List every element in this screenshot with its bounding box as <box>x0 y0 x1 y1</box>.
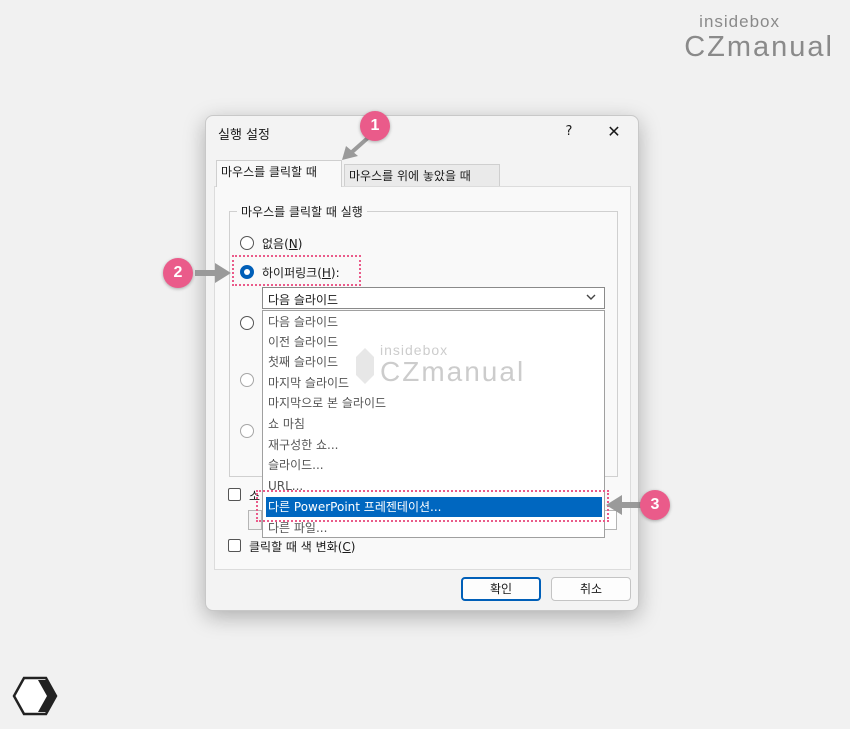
annotation-marker-3: 3 <box>640 490 670 520</box>
radio-run-program[interactable] <box>240 316 254 330</box>
arrow-left-icon <box>606 495 642 515</box>
hexagon-logo-icon <box>12 676 58 716</box>
dialog-title: 실행 설정 <box>218 128 270 143</box>
radio-run-macro[interactable] <box>240 373 254 387</box>
brand-watermark: insidebox CZmanual <box>684 12 834 62</box>
tab-mouse-click[interactable]: 마우스를 클릭할 때 <box>216 160 342 187</box>
dropdown-item[interactable]: 마지막으로 본 슬라이드 <box>266 393 602 413</box>
center-watermark-name: CZmanual <box>380 356 526 387</box>
hyperlink-combobox[interactable]: 다음 슬라이드 <box>262 287 605 309</box>
dropdown-item[interactable]: 다음 슬라이드 <box>266 312 602 332</box>
highlight-checkbox[interactable] <box>228 539 241 552</box>
action-group-title: 마우스를 클릭할 때 실행 <box>237 203 367 220</box>
highlight-label: 클릭할 때 색 변화(C) <box>249 540 356 554</box>
center-watermark: insidebox CZmanual <box>356 342 526 387</box>
brand-tagline: insidebox <box>699 12 780 31</box>
highlight-box-hyperlink <box>232 255 361 286</box>
play-sound-checkbox[interactable] <box>228 488 241 501</box>
brand-name: CZmanual <box>684 31 834 63</box>
hyperlink-combobox-value: 다음 슬라이드 <box>268 293 339 307</box>
highlight-box-selected-item <box>256 490 609 522</box>
close-button[interactable]: ✕ <box>602 120 626 144</box>
arrow-right-icon <box>195 263 231 283</box>
radio-none[interactable] <box>240 236 254 250</box>
cancel-button[interactable]: 취소 <box>551 577 631 601</box>
annotation-marker-2: 2 <box>163 258 193 288</box>
tab-mouse-over[interactable]: 마우스를 위에 놓았을 때 <box>344 164 500 188</box>
radio-object-action[interactable] <box>240 424 254 438</box>
ok-button[interactable]: 확인 <box>461 577 541 601</box>
help-button[interactable]: ? <box>558 120 580 144</box>
dropdown-item[interactable]: 재구성한 쇼... <box>266 435 602 455</box>
chevron-down-icon[interactable] <box>584 290 598 307</box>
dropdown-item[interactable]: 슬라이드... <box>266 455 602 475</box>
dropdown-item[interactable]: 쇼 마침 <box>266 414 602 434</box>
radio-none-label: 없음(N) <box>262 237 303 251</box>
annotation-marker-1: 1 <box>360 111 390 141</box>
